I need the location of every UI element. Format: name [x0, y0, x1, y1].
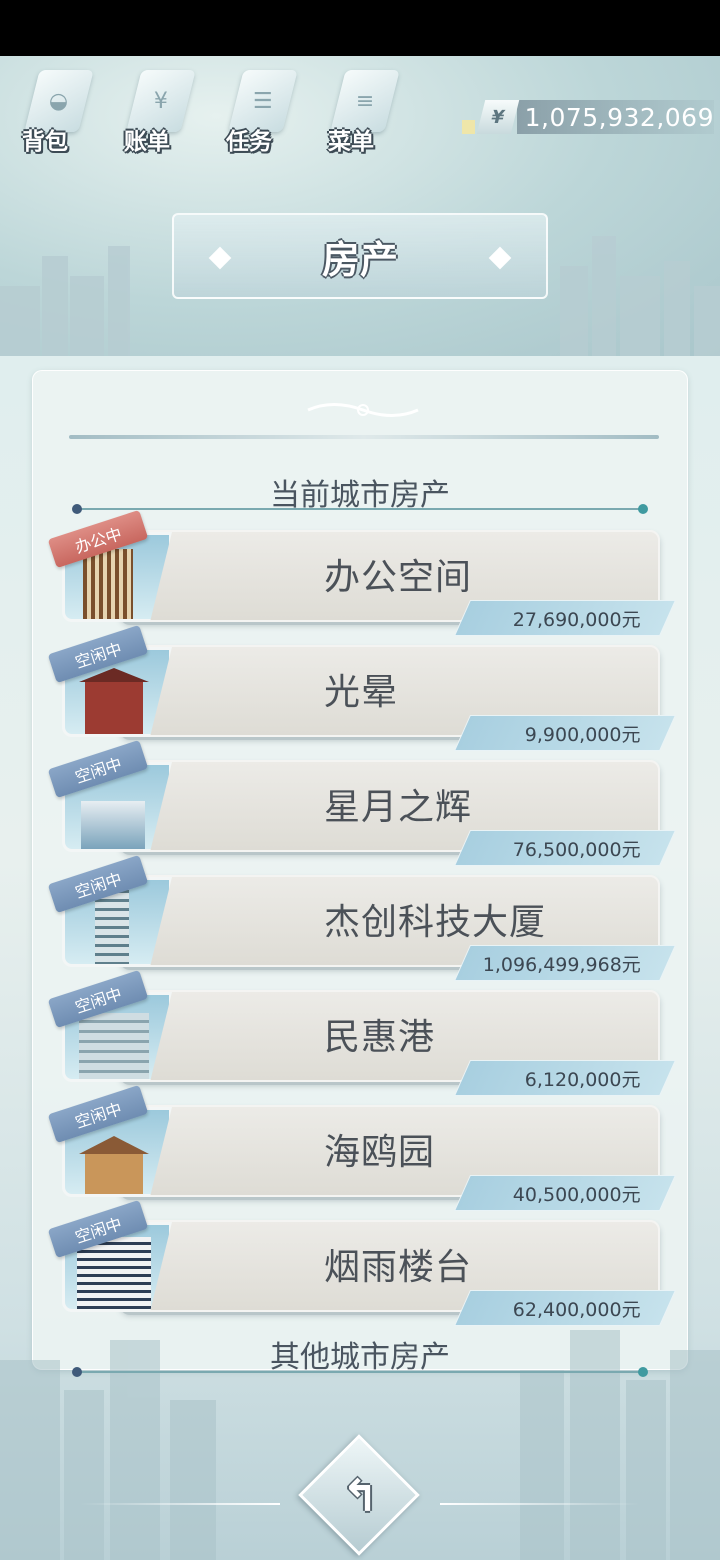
money-display: ¥ 1,075,932,069	[462, 98, 714, 136]
coin-icon	[462, 120, 476, 134]
property-item[interactable]: 空闲中 民惠港 6,120,000元	[47, 969, 677, 1096]
property-price: 40,500,000元	[453, 1175, 677, 1211]
nav-menu-label: 菜单	[328, 129, 374, 155]
scroll-rod	[69, 435, 659, 439]
property-name: 海鸥园	[324, 1132, 436, 1173]
footer-line-left	[80, 1503, 280, 1505]
page-title-box: 房产	[172, 213, 548, 299]
property-price: 27,690,000元	[453, 600, 677, 636]
property-name: 民惠港	[324, 1017, 436, 1058]
page-title: 房产	[321, 237, 398, 282]
property-price: 6,120,000元	[453, 1060, 677, 1096]
diamond-right-icon	[488, 246, 512, 270]
nav-bill-label: 账单	[124, 129, 170, 155]
section-divider	[72, 1367, 648, 1377]
status-bar	[0, 0, 720, 56]
property-name: 杰创科技大厦	[324, 902, 547, 943]
money-value: 1,075,932,069	[524, 102, 714, 132]
property-price: 76,500,000元	[453, 830, 677, 866]
top-navigation: ◒ 背包 ¥ 账单 ☰ 任务 ≡ 菜单	[14, 62, 400, 162]
property-name: 烟雨楼台	[324, 1247, 473, 1288]
nav-bill-button[interactable]: ¥ 账单	[116, 62, 196, 162]
property-name: 办公空间	[324, 557, 473, 598]
section-other-city-title[interactable]: 其他城市房产	[0, 1332, 720, 1376]
nav-bag-label: 背包	[22, 129, 68, 155]
property-item[interactable]: 空闲中 星月之辉 76,500,000元	[47, 739, 677, 866]
diamond-left-icon	[208, 246, 232, 270]
money-bar: 1,075,932,069	[516, 100, 714, 134]
property-item[interactable]: 办公中 办公空间 27,690,000元	[47, 509, 677, 636]
property-item[interactable]: 空闲中 杰创科技大厦 1,096,499,968元	[47, 854, 677, 981]
property-name: 星月之辉	[324, 787, 473, 828]
property-name: 光晕	[324, 672, 399, 713]
nav-task-button[interactable]: ☰ 任务	[218, 62, 298, 162]
nav-task-label: 任务	[226, 129, 272, 155]
nav-menu-button[interactable]: ≡ 菜单	[320, 62, 400, 162]
ornament-icon	[307, 403, 419, 417]
nav-bag-button[interactable]: ◒ 背包	[14, 62, 94, 162]
property-price: 1,096,499,968元	[453, 945, 677, 981]
yen-icon: ¥	[476, 100, 519, 134]
section-divider	[72, 504, 648, 514]
property-item[interactable]: 空闲中 海鸥园 40,500,000元	[47, 1084, 677, 1211]
property-price: 9,900,000元	[453, 715, 677, 751]
property-item[interactable]: 空闲中 光晕 9,900,000元	[47, 624, 677, 751]
footer-line-right	[440, 1503, 640, 1505]
